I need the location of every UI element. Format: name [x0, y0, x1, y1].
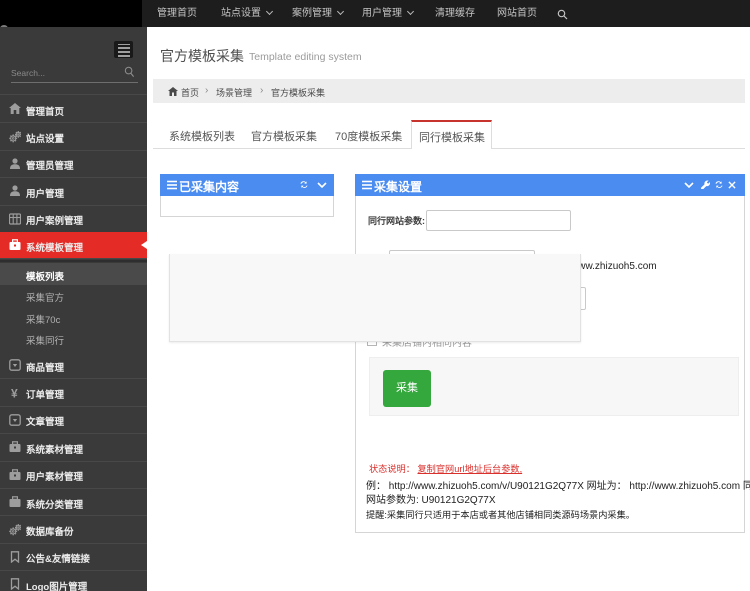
svg-text:¥: ¥: [11, 387, 18, 399]
